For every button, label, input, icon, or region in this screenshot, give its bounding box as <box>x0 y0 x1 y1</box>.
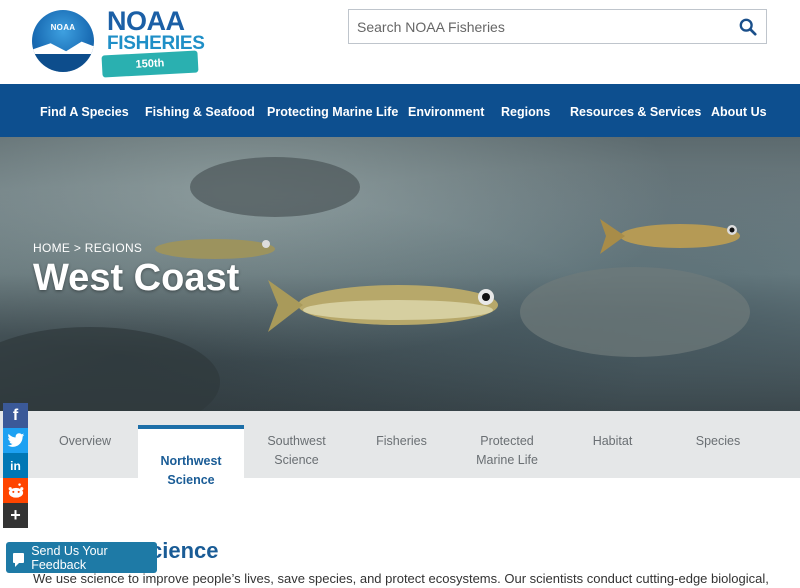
linkedin-share-button[interactable]: in <box>3 453 28 478</box>
nav-find-a-species[interactable]: Find A Species <box>40 105 129 119</box>
section-heading: cience <box>150 538 219 563</box>
chat-bubble-icon <box>13 552 25 567</box>
linkedin-icon: in <box>10 458 21 473</box>
tab-overview[interactable]: Overview <box>35 411 135 478</box>
tab-label: Northwest Science <box>160 454 222 487</box>
tab-label: Southwest Science <box>267 434 326 467</box>
feedback-button[interactable]: Send Us Your Feedback <box>6 542 157 573</box>
tab-species[interactable]: Species <box>665 411 771 478</box>
site-header: NOAA NOAA FISHERIES 150th ANNIVERSARY <box>0 0 800 94</box>
plus-icon: + <box>10 505 21 525</box>
tab-southwest-science[interactable]: Southwest Science <box>244 411 349 478</box>
fish-graphic <box>600 219 740 254</box>
facebook-share-button[interactable]: f <box>3 403 28 428</box>
intro-paragraph: We use science to improve people’s lives… <box>33 571 769 586</box>
main-nav: Find A Species Fishing & Seafood Protect… <box>0 84 800 137</box>
more-share-button[interactable]: + <box>3 503 28 528</box>
nav-regions[interactable]: Regions <box>501 105 550 119</box>
rock-shape <box>520 267 750 357</box>
tab-protected-marine-life[interactable]: Protected Marine Life <box>454 411 560 478</box>
nav-protecting-marine-life[interactable]: Protecting Marine Life <box>267 105 398 119</box>
search-icon[interactable] <box>739 18 757 36</box>
wave-graphic <box>32 54 94 72</box>
anniversary-badge: 150th ANNIVERSARY <box>101 50 199 94</box>
tab-northwest-science[interactable]: Northwest Science <box>138 425 244 487</box>
reddit-icon <box>8 482 23 498</box>
facebook-icon: f <box>12 406 19 424</box>
tab-habitat[interactable]: Habitat <box>560 411 665 478</box>
breadcrumb[interactable]: HOME > REGIONS <box>33 241 142 255</box>
fish-graphic <box>268 280 498 332</box>
search-input[interactable] <box>357 10 727 43</box>
page-title: West Coast <box>33 257 240 299</box>
rock-shape <box>190 157 360 217</box>
twitter-share-button[interactable] <box>3 428 28 453</box>
hero-banner: HOME > REGIONS West Coast <box>0 137 800 411</box>
emblem-text: NOAA <box>50 23 76 32</box>
feedback-label: Send Us Your Feedback <box>31 543 108 572</box>
nav-fishing-seafood[interactable]: Fishing & Seafood <box>145 105 255 119</box>
region-tabs: Overview Northwest Science Southwest Sci… <box>0 411 800 487</box>
noaa-emblem-logo[interactable]: NOAA <box>32 10 94 72</box>
nav-resources-services[interactable]: Resources & Services <box>570 105 701 119</box>
reddit-share-button[interactable] <box>3 478 28 503</box>
nav-environment[interactable]: Environment <box>408 105 484 119</box>
twitter-icon <box>6 433 24 447</box>
tab-label: Protected Marine Life <box>476 434 538 467</box>
nav-about-us[interactable]: About Us <box>711 105 767 119</box>
tab-fisheries[interactable]: Fisheries <box>349 411 454 478</box>
search-box <box>348 9 767 44</box>
